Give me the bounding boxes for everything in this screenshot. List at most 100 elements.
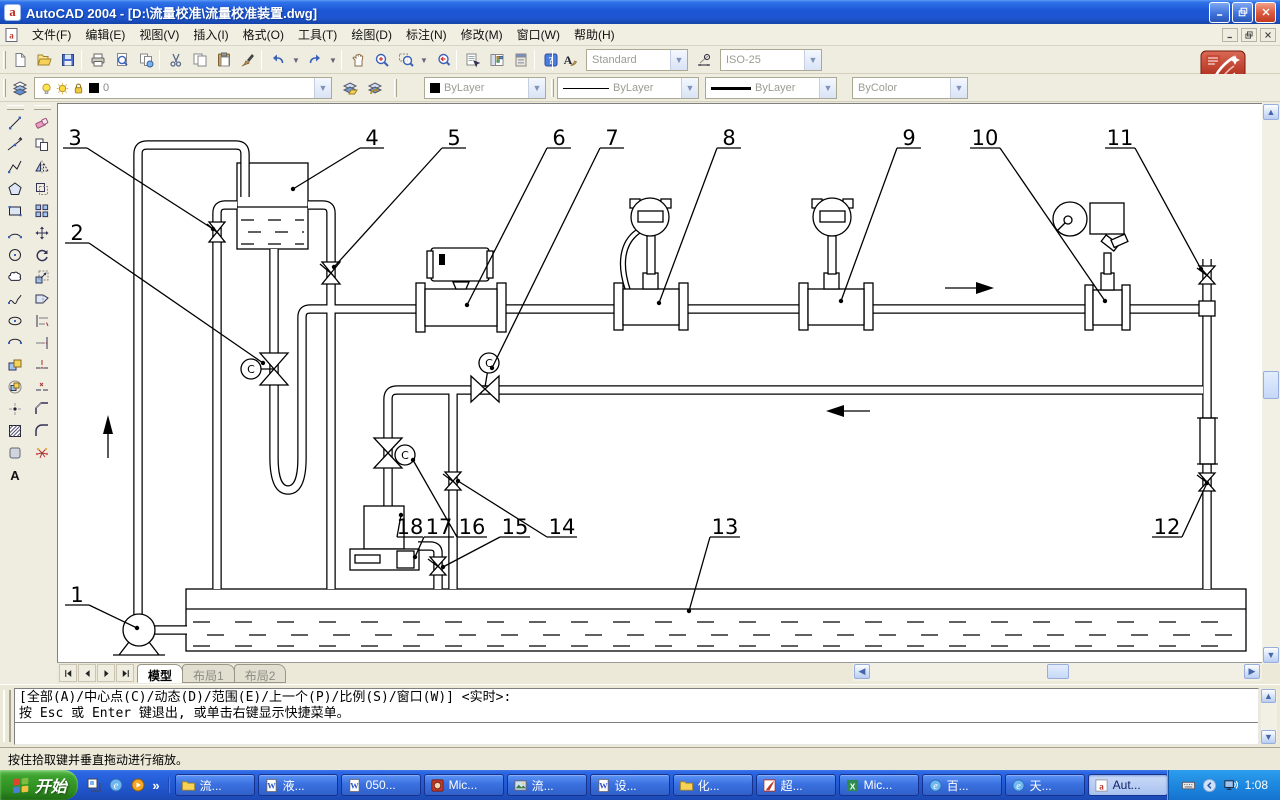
arc-button[interactable] <box>3 222 27 244</box>
menu-dimension[interactable]: 标注(N) <box>399 23 454 46</box>
ellipse-button[interactable] <box>3 310 27 332</box>
layer-previous-button[interactable] <box>363 76 387 100</box>
properties-button[interactable] <box>461 48 485 72</box>
rotate-button[interactable] <box>30 244 54 266</box>
revcloud-button[interactable] <box>3 266 27 288</box>
tab-layout2[interactable]: 布局2 <box>234 664 287 683</box>
mtext-button[interactable]: A <box>3 464 27 486</box>
cut-button[interactable] <box>164 48 188 72</box>
color-combo[interactable]: ByLayer ▼ <box>424 77 546 99</box>
spline-button[interactable] <box>3 288 27 310</box>
horizontal-scrollbar[interactable]: ◀ ▶ <box>853 663 1262 681</box>
doc-minimize-button[interactable] <box>1222 28 1238 42</box>
zoom-previous-button[interactable] <box>431 48 455 72</box>
menu-insert[interactable]: 插入(I) <box>186 23 235 46</box>
menu-help[interactable]: 帮助(H) <box>567 23 622 46</box>
menu-modify[interactable]: 修改(M) <box>454 23 510 46</box>
extend-button[interactable] <box>30 332 54 354</box>
minimize-button[interactable] <box>1209 2 1230 23</box>
nav-prev-button[interactable] <box>78 664 96 682</box>
polygon-button[interactable] <box>3 178 27 200</box>
nav-last-button[interactable] <box>116 664 134 682</box>
tray-display[interactable] <box>1223 778 1238 793</box>
tab-model[interactable]: 模型 <box>137 664 183 683</box>
zoom-window-dropdown[interactable]: ▼ <box>418 48 430 72</box>
zoom-window-button[interactable] <box>394 48 418 72</box>
fillet-button[interactable] <box>30 420 54 442</box>
scroll-right-button[interactable]: ▶ <box>1244 664 1260 679</box>
chevron-down-icon[interactable]: ▼ <box>528 78 545 98</box>
tool-palettes-button[interactable] <box>509 48 533 72</box>
task-folder-liu[interactable]: 流... <box>175 774 255 796</box>
task-folder-hua[interactable]: 化... <box>673 774 753 796</box>
erase-button[interactable] <box>30 112 54 134</box>
move-button[interactable] <box>30 222 54 244</box>
command-window-grip[interactable] <box>3 690 11 742</box>
launch-media-player[interactable] <box>130 777 146 793</box>
copy-obj-button[interactable] <box>30 134 54 156</box>
break-point-button[interactable] <box>30 354 54 376</box>
undo-dropdown[interactable]: ▼ <box>290 48 302 72</box>
toolbar-grip[interactable] <box>34 105 51 110</box>
menu-format[interactable]: 格式(O) <box>236 23 291 46</box>
chevron-down-icon[interactable]: ▼ <box>950 78 967 98</box>
ellipse-arc-button[interactable] <box>3 332 27 354</box>
dim-style-combo[interactable]: ISO-25 ▼ <box>720 49 822 71</box>
rectangle-button[interactable] <box>3 200 27 222</box>
scroll-down-button[interactable]: ▼ <box>1263 647 1279 663</box>
new-button[interactable] <box>8 48 32 72</box>
menu-view[interactable]: 视图(V) <box>132 23 186 46</box>
start-button[interactable]: 开始 <box>0 770 78 800</box>
task-excel-mic[interactable]: XMic... <box>839 774 919 796</box>
toolbar-grip[interactable] <box>7 105 24 110</box>
pan-button[interactable] <box>346 48 370 72</box>
dim-style-button[interactable] <box>692 48 716 72</box>
tray-keyboard[interactable] <box>1181 778 1196 793</box>
close-button[interactable] <box>1255 2 1276 23</box>
tray-collapse-chevron[interactable] <box>1202 778 1217 793</box>
layers-button[interactable] <box>8 76 32 100</box>
region-button[interactable] <box>3 442 27 464</box>
horizontal-scroll-thumb[interactable] <box>1047 664 1069 679</box>
save-button[interactable] <box>56 48 80 72</box>
chevron-down-icon[interactable]: ▼ <box>670 50 687 70</box>
task-autocad[interactable]: aAut... <box>1088 774 1168 796</box>
toolbar-grip[interactable] <box>3 51 6 69</box>
xline-button[interactable] <box>3 134 27 156</box>
restore-button[interactable] <box>1232 2 1253 23</box>
zoom-realtime-button[interactable] <box>370 48 394 72</box>
vertical-scrollbar[interactable]: ▲ ▼ <box>1262 103 1280 664</box>
point-button[interactable] <box>3 398 27 420</box>
mirror-button[interactable] <box>30 156 54 178</box>
offset-button[interactable] <box>30 178 54 200</box>
layer-combo[interactable]: 0 ▼ <box>34 77 332 99</box>
circle-button[interactable] <box>3 244 27 266</box>
insert-block-button[interactable] <box>3 354 27 376</box>
chevron-down-icon[interactable]: ▼ <box>804 50 821 70</box>
scroll-up-button[interactable]: ▲ <box>1261 689 1276 703</box>
task-ie-tian[interactable]: e天... <box>1005 774 1085 796</box>
copy-button[interactable] <box>188 48 212 72</box>
doc-restore-button[interactable] <box>1241 28 1257 42</box>
toolbar-grip[interactable] <box>3 79 6 97</box>
quick-launch-overflow[interactable]: » <box>152 778 159 793</box>
array-button[interactable] <box>30 200 54 222</box>
make-block-button[interactable] <box>3 376 27 398</box>
menu-edit[interactable]: 编辑(E) <box>78 23 132 46</box>
redo-button[interactable] <box>303 48 327 72</box>
break-button[interactable] <box>30 376 54 398</box>
trim-button[interactable] <box>30 310 54 332</box>
launch-ie[interactable]: e <box>108 777 124 793</box>
task-image-liu[interactable]: 流... <box>507 774 587 796</box>
open-button[interactable] <box>32 48 56 72</box>
designcenter-button[interactable] <box>485 48 509 72</box>
redo-dropdown[interactable]: ▼ <box>327 48 339 72</box>
drawing-canvas[interactable]: CCC123456789101112131415161718 <box>57 103 1262 662</box>
menu-file[interactable]: 文件(F) <box>25 23 78 46</box>
toolbar-grip[interactable] <box>551 79 554 97</box>
chevron-down-icon[interactable]: ▼ <box>681 78 698 98</box>
toolbar-grip[interactable] <box>394 79 397 97</box>
command-text-area[interactable]: [全部(A)/中心点(C)/动态(D)/范围(E)/上一个(P)/比例(S)/窗… <box>14 688 1259 745</box>
chevron-down-icon[interactable]: ▼ <box>819 78 836 98</box>
task-doc-050[interactable]: W050... <box>341 774 421 796</box>
